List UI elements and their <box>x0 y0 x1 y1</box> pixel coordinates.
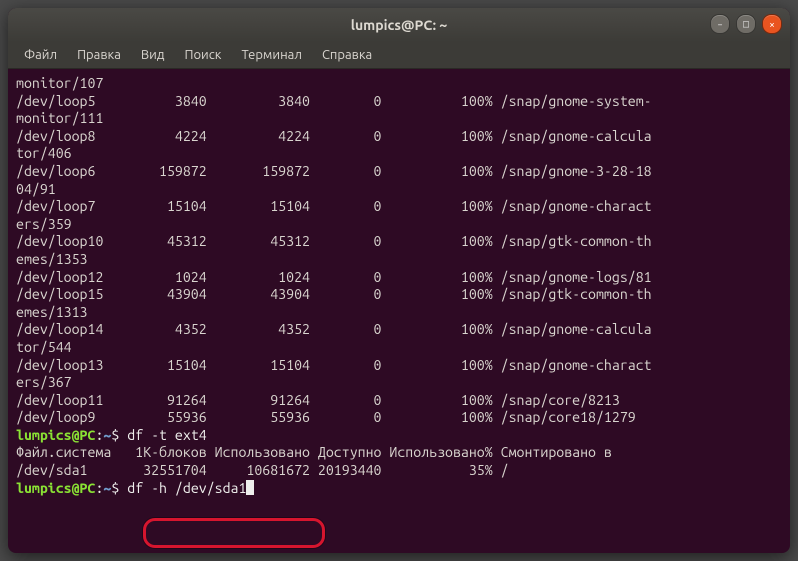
output-line: /dev/loop15 43904 43904 0 100% /snap/gtk… <box>16 286 782 304</box>
output-header: Файл.система 1K-блоков Использовано Дост… <box>16 444 782 462</box>
close-button[interactable]: × <box>762 14 782 34</box>
terminal-window: lumpics@PC: ~ – □ × Файл Правка Вид Поис… <box>8 8 790 553</box>
output-line: monitor/111 <box>16 110 782 128</box>
prompt-user: lumpics@PC <box>16 427 95 443</box>
output-line: /dev/loop8 4224 4224 0 100% /snap/gnome-… <box>16 128 782 146</box>
annotation-highlight <box>143 518 325 548</box>
output-line: /dev/loop13 15104 15104 0 100% /snap/gno… <box>16 357 782 375</box>
close-icon: × <box>769 19 775 30</box>
output-line: monitor/107 <box>16 75 782 93</box>
cursor-icon <box>246 480 254 495</box>
window-buttons: – □ × <box>710 14 782 34</box>
output-line: /dev/loop10 45312 45312 0 100% /snap/gtk… <box>16 233 782 251</box>
output-line: /dev/sda1 32551704 10681672 20193440 35%… <box>16 462 782 480</box>
output-line: /dev/loop14 4352 4352 0 100% /snap/gnome… <box>16 321 782 339</box>
output-line: tor/544 <box>16 339 782 357</box>
output-line: 04/91 <box>16 181 782 199</box>
prompt-line: lumpics@PC:~$ df -t ext4 <box>16 427 782 445</box>
output-line: /dev/loop9 55936 55936 0 100% /snap/core… <box>16 409 782 427</box>
titlebar[interactable]: lumpics@PC: ~ – □ × <box>8 8 790 42</box>
output-line: /dev/loop11 91264 91264 0 100% /snap/cor… <box>16 392 782 410</box>
minimize-button[interactable]: – <box>710 14 730 34</box>
output-line: ers/359 <box>16 216 782 234</box>
menu-edit[interactable]: Правка <box>67 45 131 65</box>
terminal-body[interactable]: monitor/107/dev/loop5 3840 3840 0 100% /… <box>8 69 790 505</box>
menu-file[interactable]: Файл <box>14 45 67 65</box>
output-line: emes/1313 <box>16 304 782 322</box>
output-line: /dev/loop5 3840 3840 0 100% /snap/gnome-… <box>16 93 782 111</box>
output-line: /dev/loop7 15104 15104 0 100% /snap/gnom… <box>16 198 782 216</box>
menu-view[interactable]: Вид <box>131 45 175 65</box>
minimize-icon: – <box>717 19 723 30</box>
output-line: tor/406 <box>16 145 782 163</box>
command-text: df -t ext4 <box>127 427 206 443</box>
output-line: emes/1353 <box>16 251 782 269</box>
window-title: lumpics@PC: ~ <box>351 17 448 33</box>
maximize-icon: □ <box>743 18 749 30</box>
maximize-button[interactable]: □ <box>736 14 756 34</box>
output-line: /dev/loop12 1024 1024 0 100% /snap/gnome… <box>16 269 782 287</box>
menu-search[interactable]: Поиск <box>174 45 231 65</box>
prompt-user: lumpics@PC <box>16 480 95 496</box>
menubar: Файл Правка Вид Поиск Терминал Справка <box>8 42 790 69</box>
output-line: /dev/loop6 159872 159872 0 100% /snap/gn… <box>16 163 782 181</box>
prompt-line-current[interactable]: lumpics@PC:~$ df -h /dev/sda1 <box>16 480 782 498</box>
menu-help[interactable]: Справка <box>312 45 382 65</box>
menu-terminal[interactable]: Терминал <box>231 45 311 65</box>
output-line: ers/367 <box>16 374 782 392</box>
command-text: df -h /dev/sda1 <box>127 480 246 496</box>
